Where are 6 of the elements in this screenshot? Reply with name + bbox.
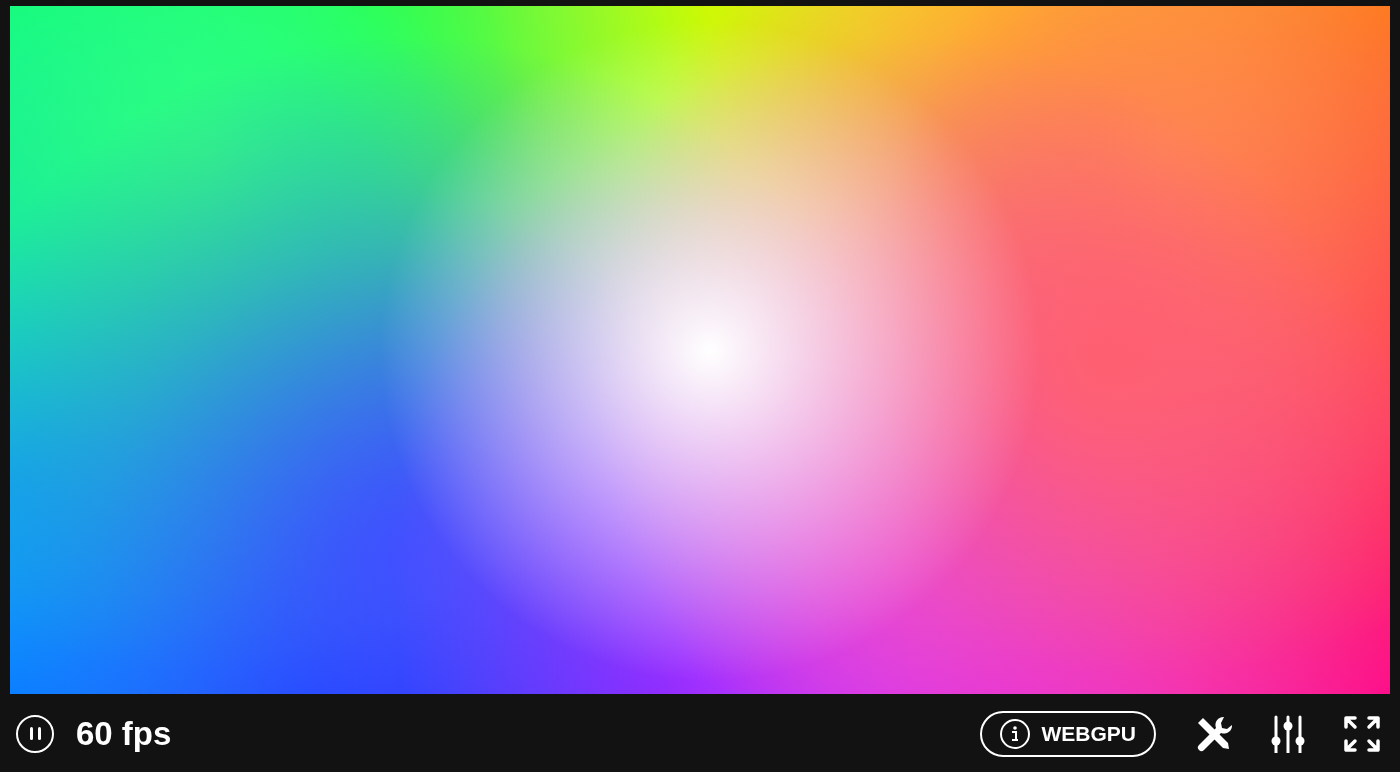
info-icon <box>999 718 1030 749</box>
fullscreen-icon <box>1343 714 1381 753</box>
fps-counter: 60 fps <box>76 713 172 754</box>
sliders-icon <box>1271 714 1305 753</box>
webgpu-info-button[interactable]: WEBGPU <box>979 710 1156 757</box>
pause-button[interactable] <box>16 714 54 753</box>
